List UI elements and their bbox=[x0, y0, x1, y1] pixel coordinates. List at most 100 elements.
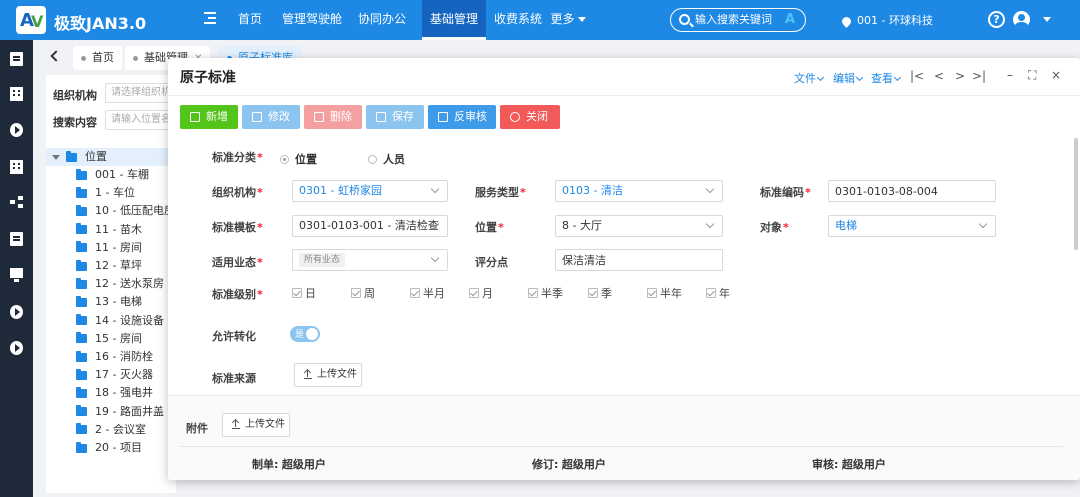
tree-item[interactable]: 001 - 车棚 bbox=[76, 166, 149, 184]
level-checkbox[interactable]: 季 bbox=[588, 285, 612, 301]
caret-down-icon[interactable] bbox=[52, 154, 60, 160]
template-label-text: 标准模板 bbox=[212, 221, 256, 234]
report-icon[interactable] bbox=[10, 232, 23, 246]
object-select[interactable]: 电梯 bbox=[828, 215, 996, 237]
required-mark: * bbox=[783, 221, 789, 234]
level-checkbox-label: 年 bbox=[719, 287, 730, 300]
attachment-upload-button[interactable]: 上传文件 bbox=[222, 413, 290, 437]
level-checkbox[interactable]: 半季 bbox=[528, 285, 563, 301]
category-radio-location[interactable]: 位置 bbox=[280, 151, 317, 167]
user-avatar-icon[interactable] bbox=[1013, 11, 1030, 28]
category-radio-person[interactable]: 人员 bbox=[368, 151, 405, 167]
tree-item[interactable]: 2 - 会议室 bbox=[76, 421, 146, 439]
tree-item-label: 11 - 苗木 bbox=[95, 222, 142, 236]
nav-office[interactable]: 协同办公 bbox=[352, 0, 412, 40]
edit-button-label: 修改 bbox=[268, 110, 290, 123]
nav-cockpit[interactable]: 管理驾驶舱 bbox=[280, 0, 344, 40]
unaudit-button-label: 反审核 bbox=[454, 110, 487, 123]
menu-toggle-icon[interactable] bbox=[204, 12, 216, 26]
app-logo-icon[interactable]: AV bbox=[16, 6, 46, 34]
tree-item[interactable]: 15 - 房间 bbox=[76, 330, 142, 348]
back-arrow-icon[interactable] bbox=[50, 50, 62, 62]
standard-code-input[interactable] bbox=[828, 180, 996, 202]
maximize-icon[interactable]: ⛶ bbox=[1028, 68, 1036, 83]
level-checkbox[interactable]: 周 bbox=[351, 285, 375, 301]
service-type-select[interactable]: 0103 - 清洁 bbox=[555, 180, 723, 202]
required-mark: * bbox=[257, 186, 263, 199]
business-type-select[interactable]: 所有业态 bbox=[292, 249, 448, 271]
view-menu[interactable]: 查看 bbox=[871, 70, 902, 86]
nav-more[interactable]: 更多 bbox=[548, 0, 588, 40]
tree-item[interactable]: 14 - 设施设备 bbox=[76, 312, 164, 330]
position-select[interactable]: 8 - 大厅 bbox=[555, 215, 723, 237]
nav-basic-management[interactable]: 基础管理 bbox=[422, 0, 486, 40]
checkbox-checked-icon bbox=[292, 288, 302, 298]
org-tree-icon[interactable] bbox=[10, 195, 23, 209]
org-filter-label: 组织机构 bbox=[53, 89, 97, 102]
play-circle-icon[interactable] bbox=[10, 123, 23, 137]
delete-button[interactable]: 删除 bbox=[304, 105, 362, 129]
building-icon[interactable] bbox=[10, 160, 23, 174]
tree-item[interactable]: 11 - 苗木 bbox=[76, 221, 142, 239]
last-record-icon[interactable]: >| bbox=[972, 69, 986, 83]
search-input[interactable] bbox=[695, 12, 781, 28]
user-menu-chevron-icon[interactable] bbox=[1043, 17, 1051, 22]
tree-item[interactable]: 16 - 消防栓 bbox=[76, 348, 153, 366]
tab-home[interactable]: 首页 bbox=[73, 46, 122, 70]
play-circle-icon[interactable] bbox=[10, 341, 23, 355]
nav-home[interactable]: 首页 bbox=[228, 0, 272, 40]
business-type-tag: 所有业态 bbox=[299, 253, 346, 267]
auditor-label: 审核: bbox=[812, 458, 839, 471]
prev-record-icon[interactable]: < bbox=[934, 69, 944, 83]
source-upload-button[interactable]: 上传文件 bbox=[294, 363, 362, 387]
tree-root-row[interactable]: 位置 bbox=[46, 148, 176, 166]
tree-item[interactable]: 19 - 路面井盖 bbox=[76, 403, 164, 421]
checkbox-checked-icon bbox=[588, 288, 598, 298]
close-icon[interactable]: × bbox=[1051, 68, 1061, 82]
level-checkbox[interactable]: 年 bbox=[706, 285, 730, 301]
nav-billing[interactable]: 收费系统 bbox=[492, 0, 544, 40]
minimize-icon[interactable]: – bbox=[1007, 68, 1013, 82]
global-search[interactable]: A bbox=[670, 8, 806, 32]
tree-item[interactable]: 12 - 草坪 bbox=[76, 257, 142, 275]
business-type-label-text: 适用业态 bbox=[212, 256, 256, 269]
scrollbar[interactable] bbox=[1074, 138, 1078, 250]
level-checkbox[interactable]: 日 bbox=[292, 285, 316, 301]
close-button[interactable]: 关闭 bbox=[500, 105, 560, 129]
score-point-input[interactable] bbox=[555, 249, 723, 271]
edit-menu[interactable]: 编辑 bbox=[833, 70, 864, 86]
tree-item[interactable]: 12 - 送水泵房 bbox=[76, 275, 164, 293]
org-select[interactable]: 0301 - 虹桥家园 bbox=[292, 180, 448, 202]
tree-item[interactable]: 17 - 灭火器 bbox=[76, 366, 153, 384]
allow-convert-toggle[interactable]: 是 bbox=[290, 326, 320, 342]
level-checkbox[interactable]: 半月 bbox=[410, 285, 445, 301]
background-page: 组织机构 请选择组织机构 搜索内容 请输入位置名称 位置 001 - 车棚 1 -… bbox=[46, 75, 185, 493]
template-select[interactable]: 0301-0103-001 - 清洁检查 bbox=[292, 215, 448, 237]
folder-icon bbox=[76, 241, 87, 253]
tree-item[interactable]: 11 - 房间 bbox=[76, 239, 142, 257]
next-record-icon[interactable]: > bbox=[955, 69, 965, 83]
save-button[interactable]: 保存 bbox=[366, 105, 424, 129]
monitor-icon[interactable] bbox=[10, 268, 23, 282]
tree-item[interactable]: 10 - 低压配电房 bbox=[76, 202, 175, 220]
new-button[interactable]: 新增 bbox=[180, 105, 238, 129]
building-icon[interactable] bbox=[10, 87, 23, 101]
tree-item[interactable]: 18 - 强电井 bbox=[76, 384, 153, 402]
tree-root[interactable]: 位置 bbox=[52, 148, 107, 166]
search-badge-icon[interactable]: A bbox=[785, 12, 795, 27]
level-checkbox[interactable]: 月 bbox=[469, 285, 493, 301]
tree-item[interactable]: 1 - 车位 bbox=[76, 184, 135, 202]
unaudit-button[interactable]: 反审核 bbox=[428, 105, 496, 129]
tree-item[interactable]: 20 - 项目 bbox=[76, 439, 142, 457]
tree-item[interactable]: 13 - 电梯 bbox=[76, 293, 142, 311]
atomic-standard-dialog: 原子标准 文件 编辑 查看 |< < > >| – ⛶ × 新增 修改 删除 保… bbox=[168, 58, 1080, 480]
org-selector[interactable]: 001 - 环球科技 bbox=[840, 12, 933, 28]
document-icon[interactable] bbox=[10, 52, 23, 66]
play-circle-icon[interactable] bbox=[10, 305, 23, 319]
edit-button[interactable]: 修改 bbox=[242, 105, 300, 129]
file-menu[interactable]: 文件 bbox=[794, 70, 825, 86]
level-checkbox[interactable]: 半年 bbox=[647, 285, 682, 301]
first-record-icon[interactable]: |< bbox=[910, 69, 924, 83]
maker-name: 超级用户 bbox=[281, 458, 326, 471]
help-icon[interactable]: ? bbox=[988, 11, 1005, 28]
